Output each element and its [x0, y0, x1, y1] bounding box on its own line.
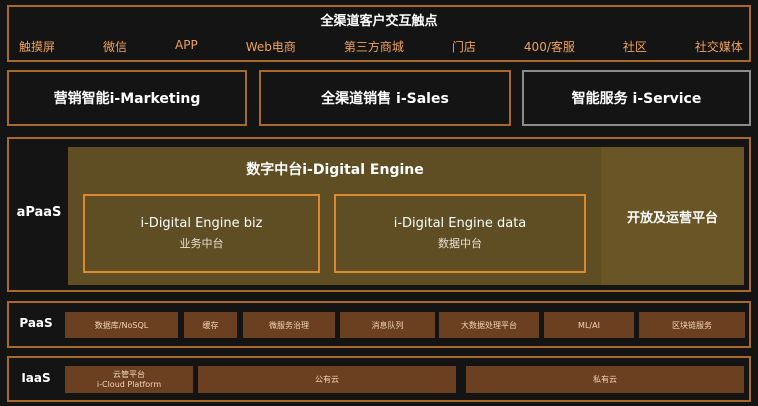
touchpoints-list: 触摸屏 微信 APP Web电商 第三方商城 门店 400/客服 社区 社交媒体 [19, 38, 743, 55]
iaas-chip-private-cloud: 私有云 [466, 366, 744, 393]
touchpoint-item: 触摸屏 [19, 40, 56, 54]
touchpoint-item: 门店 [451, 40, 476, 54]
paas-chip-message-queue: 消息队列 [340, 312, 435, 338]
digital-engine-box: 数字中台i-Digital Engine i-Digital Engine bi… [68, 147, 602, 285]
apaas-band: aPaaS 数字中台i-Digital Engine i-Digital Eng… [7, 137, 751, 292]
biz-engine-label: i-Digital Engine biz [140, 216, 263, 231]
iaas-chip-cloud-platform: 云管平台 i-Cloud Platform [65, 366, 193, 393]
apaas-label: aPaaS [16, 205, 62, 220]
touchpoint-item: APP [175, 38, 198, 52]
touchpoint-item: Web电商 [245, 40, 296, 54]
touchpoint-item: 400/客服 [523, 40, 575, 54]
touchpoint-item: 微信 [103, 40, 128, 54]
cloud-platform-en: i-Cloud Platform [96, 379, 162, 389]
business-middle-platform: i-Digital Engine biz 业务中台 [83, 194, 320, 273]
open-operations-platform: 开放及运营平台 [601, 147, 744, 285]
sales-box: 全渠道销售 i-Sales [259, 70, 511, 126]
iaas-band: IaaS 云管平台 i-Cloud Platform 公有云 私有云 [7, 356, 751, 402]
biz-engine-sublabel: 业务中台 [179, 237, 224, 250]
paas-chip-microservice: 微服务治理 [243, 312, 335, 338]
paas-chip-blockchain: 区块链服务 [639, 312, 745, 338]
paas-chip-ml-ai: ML/AI [544, 312, 634, 338]
touchpoints-band: 全渠道客户交互触点 触摸屏 微信 APP Web电商 第三方商城 门店 400/… [7, 5, 751, 62]
iaas-chip-public-cloud: 公有云 [198, 366, 456, 393]
touchpoints-title: 全渠道客户交互触点 [320, 14, 438, 29]
touchpoint-item: 第三方商城 [343, 40, 404, 54]
digital-engine-title: 数字中台i-Digital Engine [246, 162, 424, 178]
paas-chip-database: 数据库/NoSQL [65, 312, 178, 338]
paas-chip-cache: 缓存 [184, 312, 237, 338]
data-middle-platform: i-Digital Engine data 数据中台 [334, 194, 586, 273]
cloud-platform-cn: 云管平台 [113, 369, 145, 379]
data-engine-sublabel: 数据中台 [438, 237, 482, 250]
touchpoint-item: 社交媒体 [694, 40, 743, 54]
paas-chip-bigdata: 大数据处理平台 [439, 312, 539, 338]
service-box: 智能服务 i-Service [522, 70, 751, 126]
marketing-box: 营销智能i-Marketing [7, 70, 247, 126]
data-engine-label: i-Digital Engine data [393, 216, 527, 231]
touchpoint-item: 社区 [622, 40, 647, 54]
paas-label: PaaS [19, 316, 53, 330]
paas-band: PaaS 数据库/NoSQL 缓存 微服务治理 消息队列 大数据处理平台 ML/… [7, 301, 751, 348]
iaas-label: IaaS [21, 371, 51, 385]
